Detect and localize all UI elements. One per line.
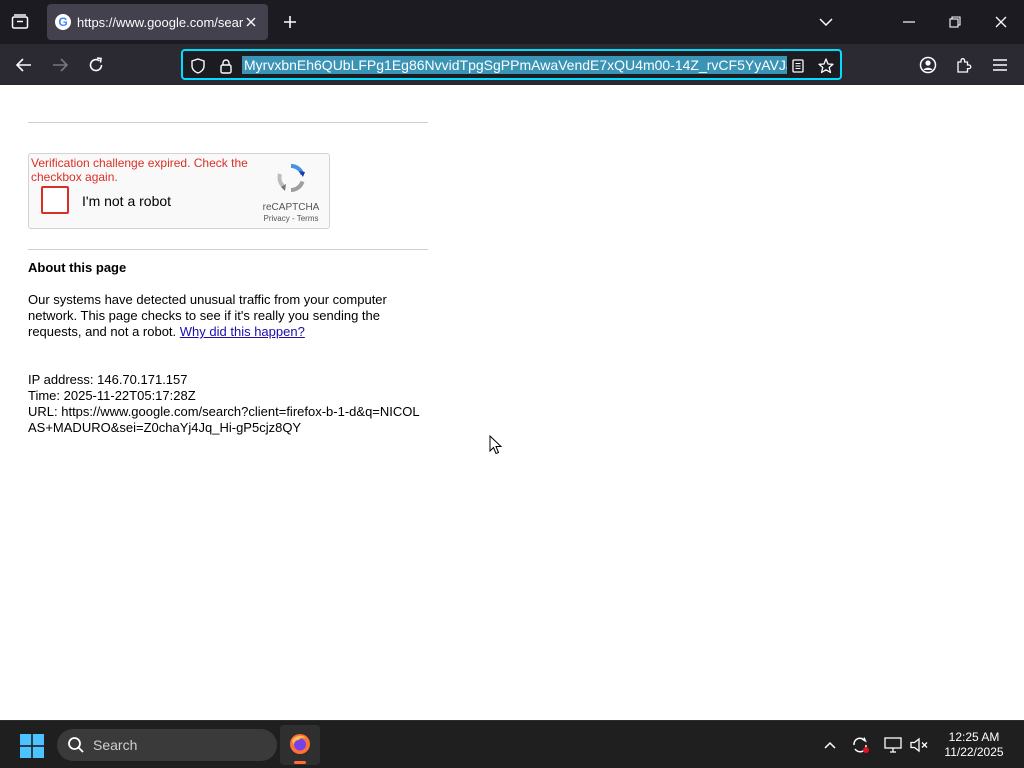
site-security-icon[interactable] bbox=[217, 57, 235, 75]
shield-icon bbox=[191, 58, 205, 74]
close-icon bbox=[995, 16, 1007, 28]
captcha-error-message: Verification challenge expired. Check th… bbox=[31, 156, 248, 184]
checkbox-label: I'm not a robot bbox=[82, 193, 172, 209]
system-clock[interactable]: 12:25 AM 11/22/2025 bbox=[936, 730, 1012, 760]
volume-tray-button[interactable] bbox=[909, 735, 929, 755]
show-hidden-icons-button[interactable] bbox=[820, 735, 840, 755]
restore-icon bbox=[949, 16, 961, 28]
about-description: Our systems have detected unusual traffi… bbox=[28, 292, 428, 340]
display-tray-button[interactable] bbox=[883, 735, 903, 755]
extensions-button[interactable] bbox=[950, 52, 978, 78]
taskbar-search[interactable]: Search bbox=[57, 729, 277, 761]
timestamp: Time: 2025-11-22T05:17:28Z bbox=[28, 388, 196, 403]
lock-icon bbox=[220, 58, 232, 74]
close-tab-button[interactable] bbox=[242, 13, 260, 31]
link-separator: - bbox=[289, 214, 297, 223]
plus-icon bbox=[284, 16, 296, 28]
new-tab-button[interactable] bbox=[278, 9, 302, 35]
tab-bar: G https://www.google.com/search?client=f… bbox=[0, 0, 1024, 44]
back-button[interactable] bbox=[10, 52, 38, 78]
minimize-icon bbox=[903, 21, 915, 23]
forward-arrow-icon bbox=[53, 58, 68, 72]
minimize-button[interactable] bbox=[894, 8, 924, 36]
reload-button[interactable] bbox=[82, 52, 110, 78]
close-icon bbox=[246, 17, 256, 27]
tab-overview-icon bbox=[11, 14, 29, 29]
active-tab[interactable]: G https://www.google.com/search?client=f… bbox=[47, 4, 268, 40]
windows-start-icon[interactable] bbox=[20, 734, 44, 758]
privacy-link[interactable]: Privacy bbox=[264, 214, 290, 223]
taskbar: Search 12:25 AM 11/22/2025 bbox=[0, 720, 1024, 768]
close-window-button[interactable] bbox=[986, 8, 1016, 36]
puzzle-icon bbox=[957, 58, 972, 73]
url-text[interactable]: MyrvxbnEh6QUbLFPg1Eg86NvvidTpgSgPPmAwaVe… bbox=[242, 56, 787, 74]
reader-view-button[interactable] bbox=[789, 57, 807, 75]
account-icon bbox=[919, 56, 937, 74]
not-a-robot-checkbox[interactable] bbox=[41, 186, 69, 214]
clock-time: 12:25 AM bbox=[948, 730, 1000, 744]
bookmark-button[interactable] bbox=[817, 57, 835, 75]
chevron-down-icon bbox=[819, 18, 833, 26]
tracking-protection-icon[interactable] bbox=[189, 57, 207, 75]
navigation-toolbar: MyrvxbnEh6QUbLFPg1Eg86NvvidTpgSgPPmAwaVe… bbox=[0, 44, 1024, 85]
monitor-icon bbox=[884, 737, 902, 753]
tab-overview-button[interactable] bbox=[6, 8, 34, 36]
why-did-this-happen-link[interactable]: Why did this happen? bbox=[180, 324, 305, 339]
firefox-taskbar-button[interactable] bbox=[280, 725, 320, 765]
search-placeholder: Search bbox=[93, 737, 138, 753]
firefox-icon bbox=[290, 734, 310, 754]
speaker-muted-icon bbox=[910, 737, 928, 753]
terms-link[interactable]: Terms bbox=[297, 214, 319, 223]
reader-view-icon bbox=[792, 59, 804, 73]
list-all-tabs-button[interactable] bbox=[811, 8, 841, 36]
clock-date: 11/22/2025 bbox=[944, 745, 1004, 759]
account-button[interactable] bbox=[914, 52, 942, 78]
reload-icon bbox=[89, 57, 103, 72]
sync-icon bbox=[853, 737, 869, 753]
app-menu-button[interactable] bbox=[986, 52, 1014, 78]
recaptcha-brand: reCAPTCHA bbox=[262, 202, 320, 213]
page-content: Verification challenge expired. Check th… bbox=[0, 85, 1024, 720]
request-info: IP address: 146.70.171.157 Time: 2025-11… bbox=[28, 372, 428, 436]
mouse-cursor-icon bbox=[489, 435, 503, 455]
running-indicator bbox=[294, 761, 306, 764]
chevron-up-icon bbox=[824, 741, 836, 749]
back-arrow-icon bbox=[16, 58, 31, 72]
forward-button[interactable] bbox=[46, 52, 74, 78]
google-icon: G bbox=[55, 14, 71, 30]
star-icon bbox=[818, 58, 834, 74]
about-heading: About this page bbox=[28, 260, 127, 275]
ip-address: IP address: 146.70.171.157 bbox=[28, 372, 188, 387]
restore-button[interactable] bbox=[940, 8, 970, 36]
hamburger-menu-icon bbox=[993, 59, 1007, 71]
divider bbox=[28, 122, 428, 123]
search-icon bbox=[68, 737, 84, 753]
divider bbox=[28, 249, 428, 250]
tab-title: https://www.google.com/search?client=fir… bbox=[77, 15, 243, 30]
request-url: URL: https://www.google.com/search?clien… bbox=[28, 404, 420, 435]
sync-tray-button[interactable] bbox=[851, 735, 871, 755]
address-bar[interactable]: MyrvxbnEh6QUbLFPg1Eg86NvvidTpgSgPPmAwaVe… bbox=[181, 49, 842, 80]
recaptcha-logo-icon bbox=[277, 163, 305, 193]
recaptcha-links: Privacy - Terms bbox=[251, 214, 331, 223]
recaptcha-widget: Verification challenge expired. Check th… bbox=[28, 153, 330, 229]
